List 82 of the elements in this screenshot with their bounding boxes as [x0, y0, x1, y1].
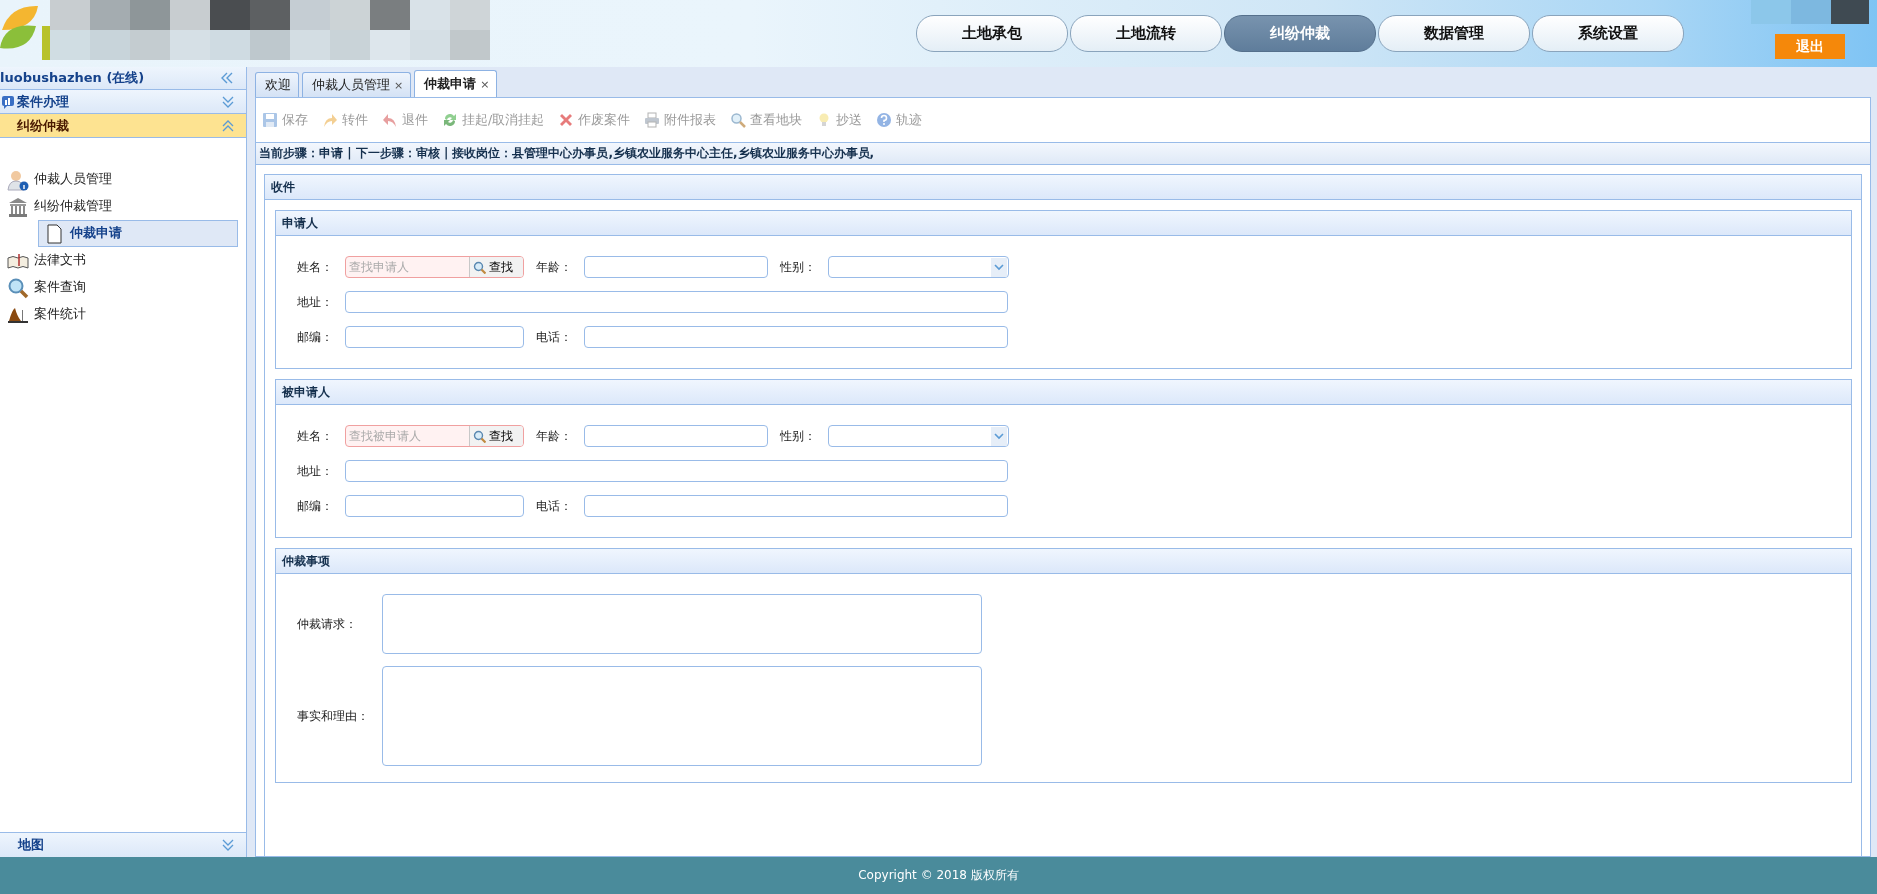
chart-bubble-icon [1, 94, 15, 109]
search-icon [730, 112, 747, 128]
section-title: 被申请人 [282, 383, 330, 401]
tree-item[interactable]: 法律文书 [0, 247, 238, 274]
tab-label: 仲裁人员管理 [312, 76, 390, 94]
search-button[interactable]: 查找 [469, 257, 523, 277]
text-area[interactable] [382, 594, 982, 654]
input-field[interactable] [345, 326, 524, 348]
tree-label: 仲裁申请 [70, 225, 122, 242]
copyright-text: Copyright © 2018 版权所有 [858, 867, 1019, 884]
tree-item[interactable]: 仲裁申请 [38, 220, 238, 247]
tab[interactable]: 仲裁人员管理 × [302, 72, 412, 97]
dropdown-field[interactable] [828, 256, 1009, 278]
accordion-title: 纠纷仲裁 [17, 116, 70, 135]
input-field[interactable] [584, 425, 768, 447]
input-field[interactable] [345, 291, 1008, 313]
tree-label: 纠纷仲裁管理 [34, 198, 112, 215]
nav-tab[interactable]: 土地流转 [1070, 15, 1222, 52]
accordion-header[interactable]: 纠纷仲裁 [0, 114, 246, 138]
person-icon [7, 168, 29, 191]
tab[interactable]: 仲裁申请 × [414, 70, 498, 97]
cross-icon [558, 112, 575, 128]
input-field[interactable] [345, 495, 524, 517]
tree-label: 案件查询 [34, 279, 86, 296]
close-icon[interactable]: × [480, 77, 490, 91]
field-label: 性别： [779, 258, 817, 276]
text-area[interactable] [382, 666, 982, 766]
field-label: 年龄： [535, 258, 573, 276]
field-label: 年龄： [535, 427, 573, 445]
tree-label: 仲裁人员管理 [34, 171, 112, 188]
input-field[interactable] [584, 495, 1008, 517]
tab[interactable]: 欢迎 [255, 72, 299, 97]
section-title: 仲裁事项 [282, 552, 330, 570]
nav-tab[interactable]: 数据管理 [1378, 15, 1530, 52]
bank-icon [7, 195, 29, 218]
nav-tab[interactable]: 系统设置 [1532, 15, 1684, 52]
help-icon [876, 112, 893, 128]
tree-label: 法律文书 [34, 252, 86, 269]
search-icon [473, 260, 486, 274]
nav-tab[interactable]: 土地承包 [916, 15, 1068, 52]
field-label: 性别： [779, 427, 817, 445]
search-icon [473, 429, 486, 443]
printer-icon [644, 112, 661, 128]
close-icon[interactable]: × [394, 78, 404, 92]
accordion-header[interactable]: 案件办理 [0, 90, 246, 114]
field-label: 事实和理由： [296, 707, 370, 725]
input-field[interactable] [345, 460, 1008, 482]
tab-label: 欢迎 [265, 76, 291, 94]
user-name: luobushazhen (在线) [0, 69, 145, 87]
tree-item[interactable]: 案件查询 [0, 274, 238, 301]
field-label: 电话： [535, 328, 573, 346]
tree-item[interactable]: 仲裁人员管理 [0, 166, 238, 193]
nav-tab[interactable]: 纠纷仲裁 [1224, 15, 1376, 52]
curved-arrow-right-icon [322, 112, 338, 128]
field-label: 邮编： [296, 328, 334, 346]
curved-arrow-left-icon [382, 112, 398, 128]
accordion-title: 案件办理 [17, 92, 70, 111]
name-search-field[interactable]: 查找申请人 查找 [345, 256, 524, 278]
refresh-icon [442, 112, 458, 128]
accordion-header[interactable]: 地图 [0, 832, 246, 857]
tree-item[interactable]: 纠纷仲裁管理 [0, 193, 238, 220]
field-label: 姓名： [296, 427, 334, 445]
name-search-field[interactable]: 查找被申请人 查找 [345, 425, 524, 447]
step-info: 当前步骤：申请 | 下一步骤：审核 | 接收岗位：县管理中心办事员,乡镇农业服务中心主任,乡镇农业服务中心办事员, [259, 145, 875, 162]
field-label: 仲裁请求： [296, 615, 358, 633]
search-button[interactable]: 查找 [469, 426, 523, 446]
tree-label: 案件统计 [34, 306, 86, 323]
dropdown-field[interactable] [828, 425, 1009, 447]
field-label: 地址： [296, 462, 334, 480]
collapse-left-icon[interactable] [220, 72, 234, 84]
section-title: 申请人 [282, 214, 318, 232]
search-icon [7, 276, 29, 299]
section-title: 收件 [271, 178, 295, 196]
input-field[interactable] [584, 256, 768, 278]
field-label: 邮编： [296, 497, 334, 515]
tab-label: 仲裁申请 [424, 75, 477, 93]
field-label: 电话： [535, 497, 573, 515]
input-field[interactable] [584, 326, 1008, 348]
tree-item[interactable]: 案件统计 [0, 301, 238, 328]
field-label: 地址： [296, 293, 334, 311]
accordion-title: 地图 [18, 836, 44, 854]
field-label: 姓名： [296, 258, 334, 276]
